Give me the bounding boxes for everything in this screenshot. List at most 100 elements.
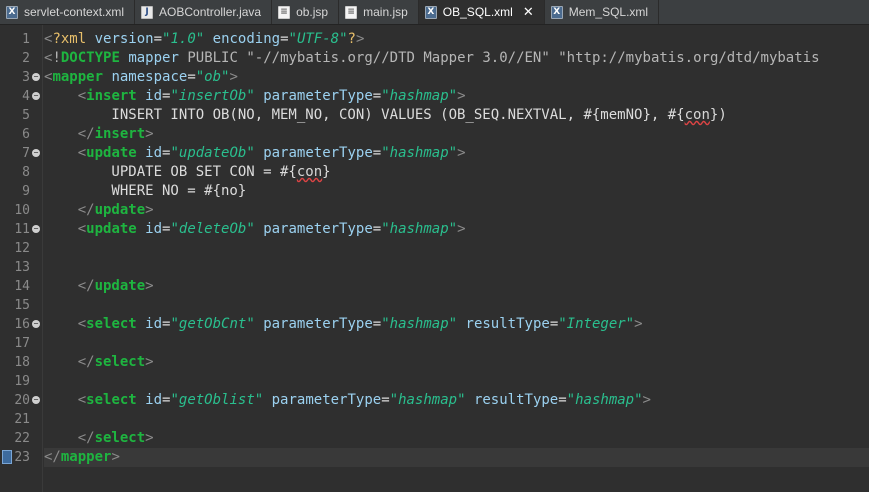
line-number: 17 xyxy=(14,336,30,351)
code-token: = xyxy=(372,145,382,161)
code-token: = xyxy=(187,69,196,85)
code-token: parameterType xyxy=(263,316,373,332)
code-token: "hashmap" xyxy=(381,145,458,161)
code-token: </ xyxy=(77,278,95,294)
code-token: = xyxy=(558,392,567,408)
line-number: 16 xyxy=(14,317,30,332)
code-token: "updateOb" xyxy=(170,145,255,161)
tab-main-jsp[interactable]: ≡ main.jsp xyxy=(339,0,419,24)
code-token: id xyxy=(145,316,163,332)
code-line[interactable] xyxy=(44,372,869,391)
code-line[interactable]: UPDATE OB SET CON = #{con} xyxy=(44,163,869,182)
code-token: < xyxy=(77,145,87,161)
bookmark-icon xyxy=(2,450,12,464)
close-icon[interactable]: ✕ xyxy=(523,5,534,20)
code-line[interactable]: <!DOCTYPE mapper PUBLIC "-//mybatis.org/… xyxy=(44,49,869,68)
code-token: mapper xyxy=(60,449,112,465)
code-editor[interactable]: 1 2 3−4−5 6 7−8 9 10 11−12 13 14 15 16−17 18 19 20−21 2… xyxy=(0,25,869,492)
code-token: "Integer" xyxy=(558,316,635,332)
tab-aobcontroller[interactable]: J AOBController.java xyxy=(135,0,273,24)
code-line[interactable]: </select> xyxy=(44,353,869,372)
code-line[interactable]: </update> xyxy=(44,277,869,296)
fold-toggle-icon[interactable]: − xyxy=(32,225,40,233)
line-number: 15 xyxy=(14,298,30,313)
code-line[interactable]: INSERT INTO OB(NO, MEM_NO, CON) VALUES (… xyxy=(44,106,869,125)
code-token: </ xyxy=(77,202,95,218)
code-token: "deleteOb" xyxy=(170,221,255,237)
code-token: = xyxy=(372,316,382,332)
fold-toggle-icon[interactable]: − xyxy=(32,73,40,81)
code-token: "UTF-8" xyxy=(288,31,348,47)
code-line[interactable]: <?xml version="1.0" encoding="UTF-8"?> xyxy=(44,30,869,49)
code-token: insert xyxy=(94,126,146,142)
tab-label: OB_SQL.xml xyxy=(442,5,513,19)
tab-mem-sql[interactable]: X Mem_SQL.xml xyxy=(545,0,660,24)
java-file-icon: J xyxy=(141,5,154,19)
line-number: 13 xyxy=(14,260,30,275)
line-number: 1 xyxy=(22,32,30,47)
fold-toggle-icon[interactable]: − xyxy=(32,396,40,404)
code-token: con xyxy=(684,107,710,123)
tab-label: servlet-context.xml xyxy=(24,5,125,19)
code-token: update xyxy=(94,202,146,218)
code-token: > xyxy=(457,88,466,104)
tab-ob-sql[interactable]: X OB_SQL.xml ✕ xyxy=(418,0,545,24)
code-token: > xyxy=(145,278,154,294)
code-token: = xyxy=(372,221,382,237)
line-number: 7 xyxy=(22,146,30,161)
code-token: ? xyxy=(347,31,356,47)
code-line[interactable]: <mapper namespace="ob"> xyxy=(44,68,869,87)
code-line[interactable]: WHERE NO = #{no} xyxy=(44,182,869,201)
code-line[interactable]: </update> xyxy=(44,201,869,220)
code-token: > xyxy=(145,354,154,370)
code-token: > xyxy=(457,145,466,161)
fold-toggle-icon[interactable]: − xyxy=(32,92,40,100)
code-line[interactable]: </mapper> xyxy=(44,448,869,467)
code-token: "1.0" xyxy=(162,31,205,47)
code-line[interactable] xyxy=(44,296,869,315)
line-number: 20 xyxy=(14,393,30,408)
code-token: > xyxy=(634,316,643,332)
line-number: 12 xyxy=(14,241,30,256)
tab-servlet-context[interactable]: Xservlet-context.xml xyxy=(0,0,136,24)
fold-toggle-icon[interactable]: − xyxy=(32,149,40,157)
fold-toggle-icon[interactable]: − xyxy=(32,320,40,328)
code-token: > xyxy=(145,126,154,142)
code-line[interactable] xyxy=(44,410,869,429)
code-token: DOCTYPE xyxy=(60,50,120,66)
code-line[interactable]: <insert id="insertOb" parameterType="has… xyxy=(44,87,869,106)
code-token: parameterType xyxy=(263,145,373,161)
code-line[interactable]: <select id="getObCnt" parameterType="has… xyxy=(44,315,869,334)
code-line[interactable]: </insert> xyxy=(44,125,869,144)
code-line[interactable] xyxy=(44,239,869,258)
code-token: ?xml xyxy=(52,31,87,47)
code-token: }) xyxy=(709,107,727,123)
code-token: > xyxy=(145,202,154,218)
code-token: select xyxy=(86,316,137,332)
code-token: > xyxy=(355,31,365,47)
code-line[interactable] xyxy=(44,258,869,277)
code-line[interactable]: <update id="deleteOb" parameterType="has… xyxy=(44,220,869,239)
code-line[interactable] xyxy=(44,334,869,353)
code-line[interactable]: <select id="getOblist" parameterType="ha… xyxy=(44,391,869,410)
code-line[interactable]: </select> xyxy=(44,429,869,448)
code-line[interactable]: <update id="updateOb" parameterType="has… xyxy=(44,144,869,163)
code-area[interactable]: <?xml version="1.0" encoding="UTF-8"?> <!… xyxy=(44,25,869,492)
jsp-file-icon: ≡ xyxy=(278,5,291,19)
tab-ob-jsp[interactable]: ≡ ob.jsp xyxy=(272,0,340,24)
line-number-gutter: 1 2 3−4−5 6 7−8 9 10 11−12 13 14 15 16−17 18 19 20−21 2… xyxy=(0,25,43,492)
line-number: 21 xyxy=(14,412,30,427)
tab-label: AOBController.java xyxy=(159,5,262,19)
